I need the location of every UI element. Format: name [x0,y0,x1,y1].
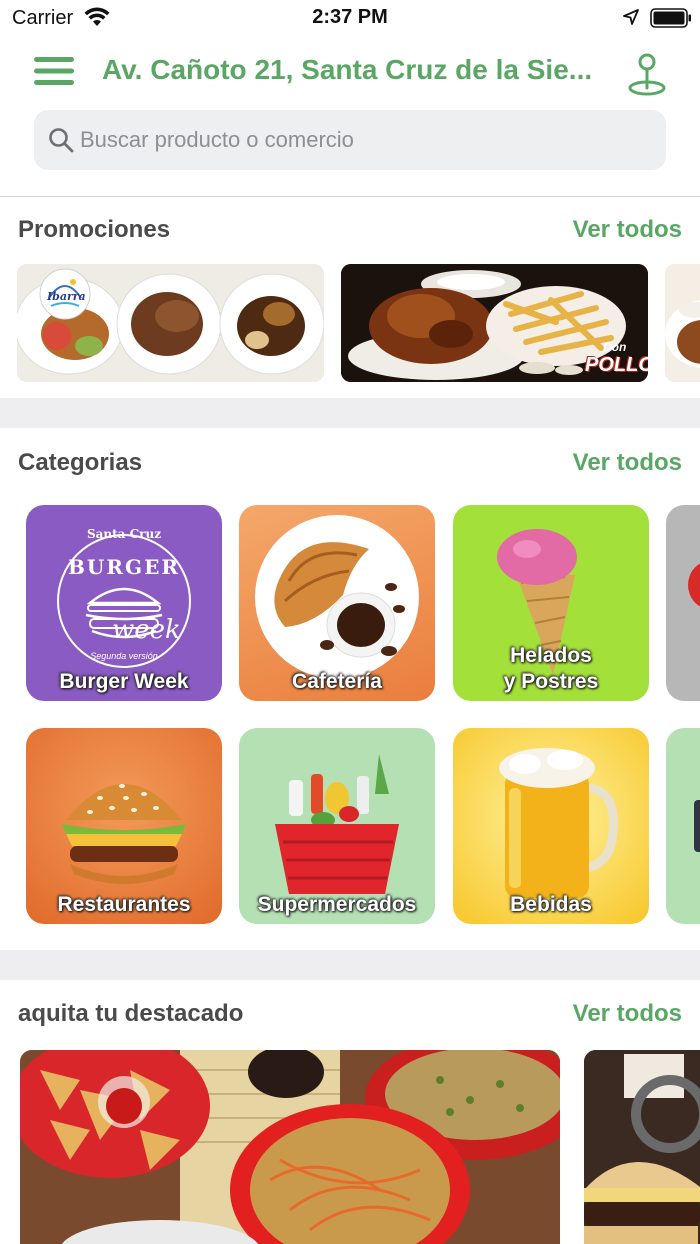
category-supermercados[interactable]: Supermercados [239,728,435,924]
category-label: Restaurantes [57,893,191,916]
search-input[interactable] [80,110,640,170]
search-icon [49,128,74,153]
burger-week-logo-script: week [112,615,181,645]
promo-card-partial[interactable] [665,264,700,382]
status-bar: Carrier 2:37 PM [0,0,700,40]
featured-image-burger [584,1050,700,1244]
clock: 2:37 PM [312,6,388,28]
category-label: Cafetería [292,670,382,693]
featured-see-all-link[interactable]: Ver todos [573,1000,682,1028]
featured-card-chinese-food[interactable] [20,1050,560,1244]
category-burger-week[interactable]: Santa Cruz BURGER week Segunda versión B… [26,505,222,701]
don-pollo-logo-line2: POLLO [585,354,648,376]
category-label: Burger Week [59,670,189,693]
section-separator [0,950,700,980]
burger-week-logo-word: BURGER [68,555,180,579]
category-helados-postres[interactable]: Helados y Postres [453,505,649,701]
featured-card-burger[interactable] [584,1050,700,1244]
map-pin-icon[interactable] [626,50,668,96]
ibarra-logo-text: Ibarra [47,290,86,303]
don-pollo-logo-line1: Don [603,340,627,354]
promo-card-don-pollo[interactable]: Don POLLO [341,264,648,382]
promo-card-ibarra[interactable]: Ibarra [17,264,324,382]
burger-week-logo-top: Santa Cruz [86,527,162,541]
category-label: Supermercados [257,893,417,916]
battery-icon [650,8,691,28]
featured-image-chinese-food [20,1050,560,1244]
header-divider [0,196,700,197]
search-bar[interactable] [34,110,666,170]
categories-see-all-link[interactable]: Ver todos [573,449,682,477]
category-partial-1[interactable] [666,505,700,701]
category-label-line1: Helados [510,644,592,667]
promotions-see-all-link[interactable]: Ver todos [573,216,682,244]
section-separator [0,398,700,428]
category-label: Bebidas [510,893,592,916]
category-cafeteria[interactable]: Cafetería [239,505,435,701]
categories-title: Categorias [18,449,143,476]
category-label: Helados y Postres [453,643,649,695]
hamburger-menu-icon[interactable] [34,55,74,87]
category-label-line2: y Postres [503,670,599,693]
delivery-address[interactable]: Av. Cañoto 21, Santa Cruz de la Sie... [102,54,602,86]
featured-title: aquita tu destacado [18,1000,244,1027]
location-arrow-icon [623,9,639,25]
category-partial-image [694,800,700,852]
category-partial-image [688,563,700,607]
promo-image-partial [665,264,700,382]
app-header: Av. Cañoto 21, Santa Cruz de la Sie... [0,40,700,106]
promotions-title: Promociones [18,216,171,243]
category-bebidas[interactable]: Bebidas [453,728,649,924]
burger-week-logo-bottom: Segunda versión [90,651,158,661]
category-partial-2[interactable] [666,728,700,924]
category-restaurantes[interactable]: Restaurantes [26,728,222,924]
